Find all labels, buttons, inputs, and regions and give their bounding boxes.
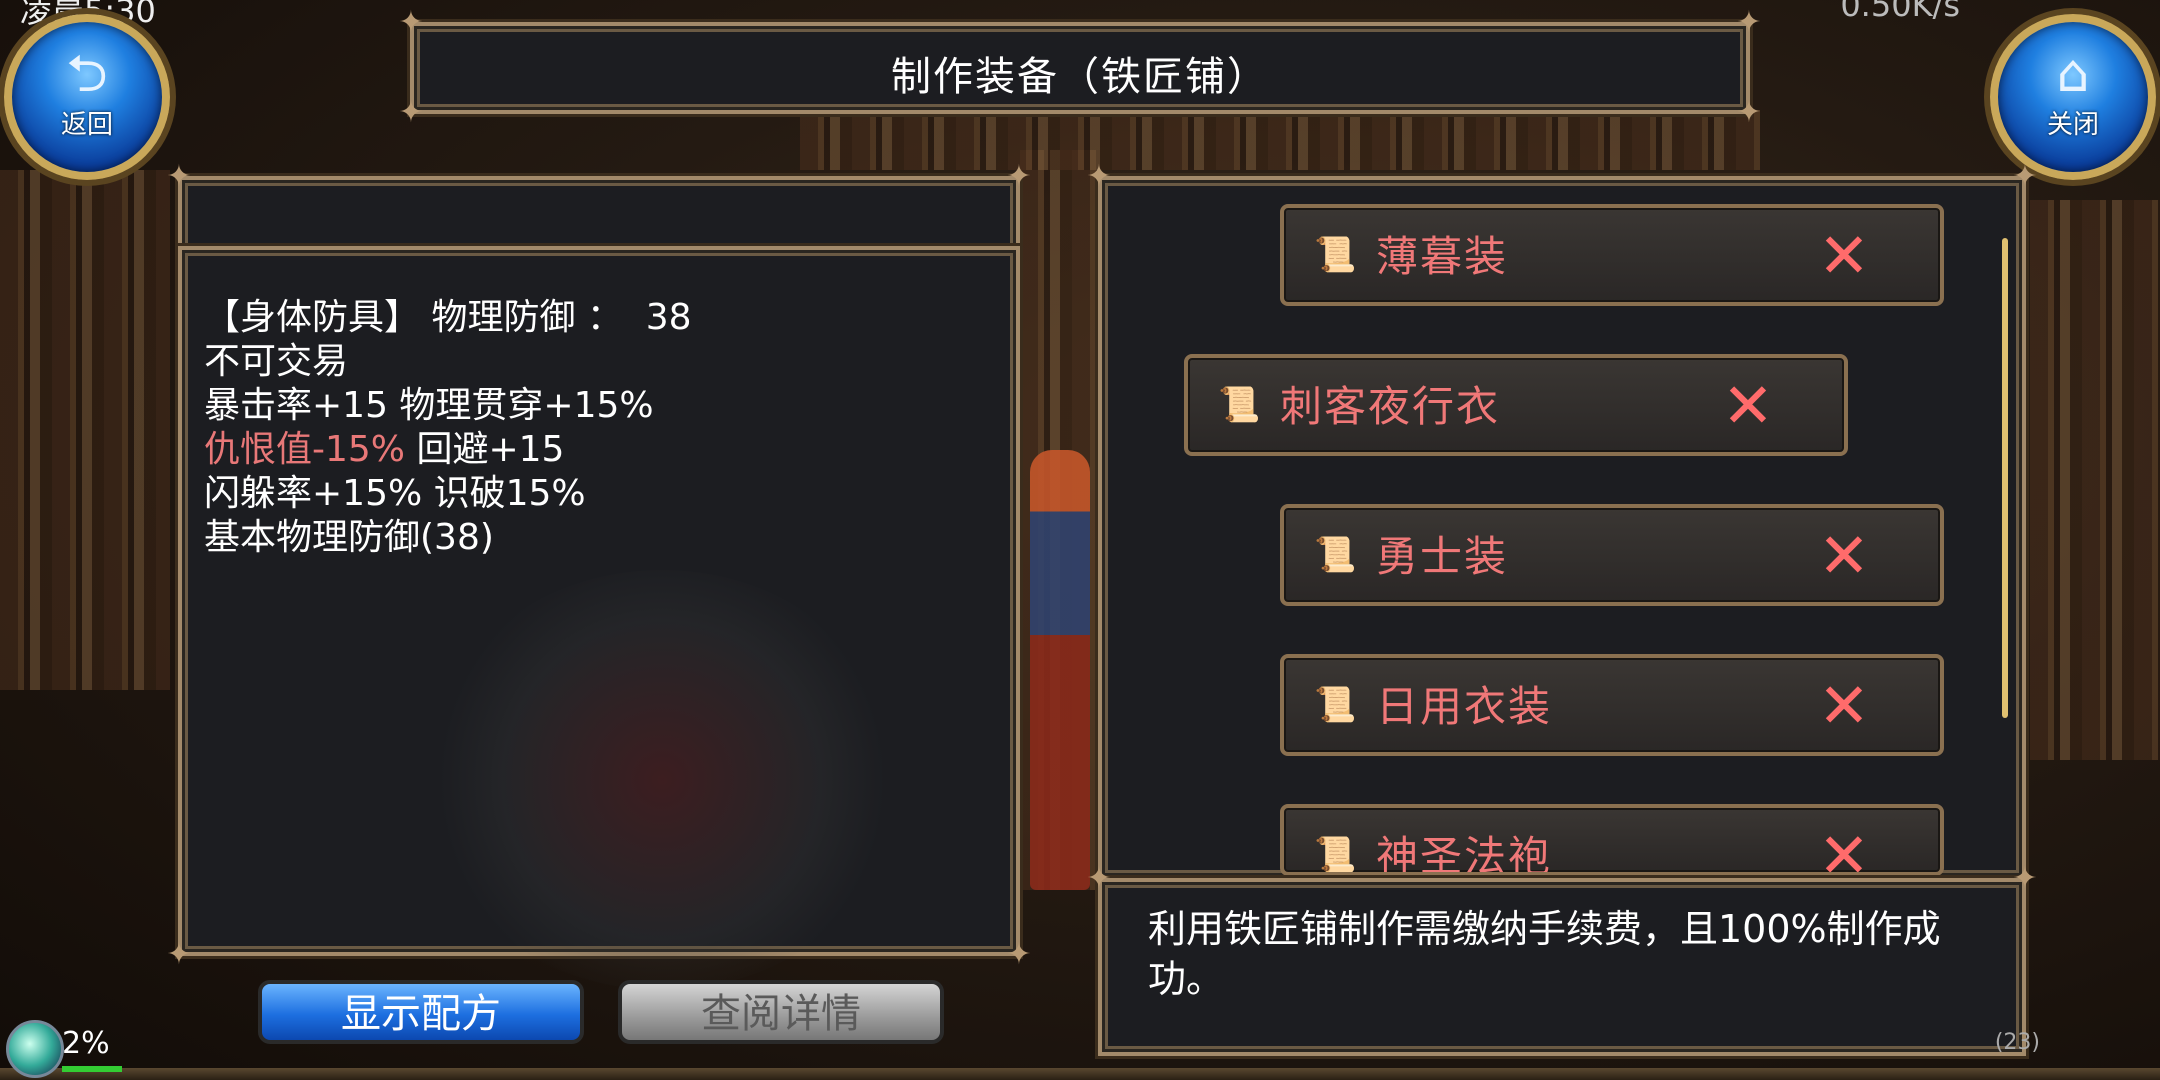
recipe-item[interactable]: 📜 勇士装 ✕: [1280, 504, 1944, 606]
home-icon: ⌂: [2056, 44, 2090, 104]
bottom-border: [0, 1068, 2160, 1080]
bookshelf-right: [2030, 200, 2160, 760]
frame-corner-ornament-icon: ✦: [166, 937, 192, 972]
x-icon: ✕: [1818, 819, 1870, 876]
scroll-icon: 📜: [1314, 235, 1357, 275]
exp-bar: [62, 1066, 122, 1072]
recipe-list-panel: ✦ ✦ 📜 薄暮装 ✕ 📜 刺客夜行衣 ✕ 📜 勇士装 ✕ 📜 日用衣装 ✕ 📜…: [1086, 160, 2038, 883]
close-button[interactable]: ⌂ 关闭: [1990, 14, 2156, 180]
recipe-item[interactable]: 📜 日用衣装 ✕: [1280, 654, 1944, 756]
frame-corner-ornament-icon: ✦: [1736, 5, 1762, 40]
close-button-label: 关闭: [2046, 110, 2099, 140]
stat-base-defense: 基本物理防御(38): [204, 517, 494, 558]
frame-corner-ornament-icon: ✦: [2012, 861, 2038, 896]
scroll-icon: 📜: [1314, 835, 1357, 875]
frame-corner-ornament-icon: ✦: [1086, 159, 1112, 194]
frame-corner-ornament-icon: ✦: [166, 159, 192, 194]
frame-corner-ornament-icon: ✦: [1006, 937, 1032, 972]
title-bar: ✦ ✦ ✦ ✦ 制作装备（铁匠铺）: [398, 6, 1761, 130]
status-network-speed: 0.50K/s: [1840, 0, 1960, 24]
bookshelf-left: [0, 170, 170, 690]
scroll-icon: 📜: [1218, 385, 1261, 425]
frame-corner-ornament-icon: ✦: [398, 5, 424, 40]
scroll-icon: 📜: [1314, 685, 1357, 725]
bookshelf-top: [800, 110, 1760, 170]
stat-hate: 仇恨值-15%: [204, 429, 406, 470]
description-text: 利用铁匠铺制作需缴纳手续费，且100%制作成功。: [1148, 907, 1941, 1001]
player-character: [1030, 450, 1090, 890]
page-title: 制作装备（铁匠铺）: [891, 54, 1269, 100]
recipe-item[interactable]: 📜 神圣法袍 ✕: [1280, 804, 1944, 876]
version-text: (23): [1994, 1030, 2040, 1055]
scroll-icon: 📜: [1314, 535, 1357, 575]
stat-armor-type: 【身体防具】 物理防御 ： 38: [204, 297, 692, 338]
item-detail-panel: ✦ ✦ 【身体防具】 物理防御 ： 38 不可交易 暴击率+15 物理贯穿+15% 仇…: [166, 243, 1032, 990]
x-icon: ✕: [1722, 369, 1774, 442]
recipe-name: 薄暮装: [1376, 232, 1509, 281]
recipe-name: 勇士装: [1376, 532, 1509, 581]
frame-corner-ornament-icon: ✦: [1006, 159, 1032, 194]
frame-corner-ornament-icon: ✦: [2012, 159, 2038, 194]
recipe-item[interactable]: 📜 薄暮装 ✕: [1280, 204, 1944, 306]
view-details-button[interactable]: 查阅详情: [618, 980, 944, 1044]
x-icon: ✕: [1818, 669, 1870, 742]
exp-orb-icon: [6, 1020, 64, 1078]
recipe-name: 日用衣装: [1376, 682, 1553, 731]
item-stats: 【身体防具】 物理防御 ： 38 不可交易 暴击率+15 物理贯穿+15% 仇恨值-1…: [204, 296, 692, 560]
item-3d-preview: [422, 570, 902, 990]
show-recipe-button[interactable]: 显示配方: [258, 980, 584, 1044]
list-scrollbar[interactable]: [2002, 238, 2008, 718]
stat-evade: 回避+15: [405, 429, 565, 470]
description-panel: ✦ ✦ 利用铁匠铺制作需缴纳手续费，且100%制作成功。: [1086, 862, 2038, 1059]
stat-crit: 暴击率+15 物理贯穿+15%: [204, 385, 654, 426]
back-arrow-icon: ⮌: [66, 44, 108, 104]
stat-hate-evade: 仇恨值-15% 回避+15: [204, 428, 692, 472]
recipe-name: 刺客夜行衣: [1280, 382, 1501, 431]
recipe-item[interactable]: 📜 刺客夜行衣 ✕: [1184, 354, 1848, 456]
recipe-name: 神圣法袍: [1376, 832, 1553, 876]
back-button[interactable]: ⮌ 返回: [4, 14, 170, 180]
x-icon: ✕: [1818, 519, 1870, 592]
stat-untradeable: 不可交易: [204, 341, 349, 382]
back-button-label: 返回: [60, 110, 113, 140]
x-icon: ✕: [1818, 219, 1870, 292]
exp-percent: 2%: [62, 1026, 110, 1061]
stat-dodge: 闪躲率+15% 识破15%: [204, 473, 586, 514]
frame-corner-ornament-icon: ✦: [1086, 861, 1112, 896]
